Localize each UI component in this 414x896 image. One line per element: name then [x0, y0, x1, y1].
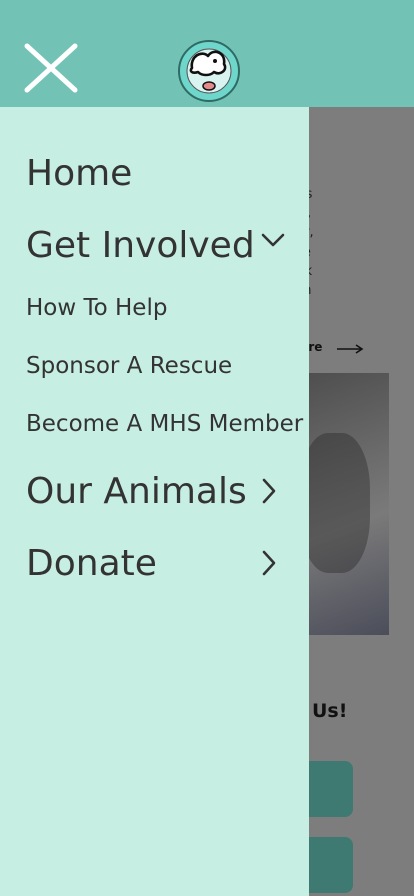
submenu-item-sponsor-a-rescue[interactable]: Sponsor A Rescue [26, 353, 232, 379]
menu-item-home[interactable]: Home [26, 153, 132, 194]
nav-drawer: Home Get Involved How To Help Sponsor A … [0, 107, 309, 896]
chevron-right-icon[interactable] [261, 478, 277, 504]
submenu-item-how-to-help[interactable]: How To Help [26, 295, 167, 321]
bg-contact-heading: Us! [312, 700, 348, 722]
chevron-down-icon[interactable] [261, 232, 285, 248]
close-icon[interactable] [22, 42, 80, 94]
menu-item-our-animals[interactable]: Our Animals [26, 471, 247, 512]
chevron-right-icon[interactable] [261, 550, 277, 576]
dog-logo-icon[interactable] [178, 40, 240, 102]
arrow-right-icon [337, 344, 364, 354]
menu-item-get-involved[interactable]: Get Involved [26, 225, 255, 266]
menu-item-donate[interactable]: Donate [26, 543, 157, 584]
header [0, 0, 414, 107]
submenu-item-become-member[interactable]: Become A MHS Member [26, 411, 303, 437]
